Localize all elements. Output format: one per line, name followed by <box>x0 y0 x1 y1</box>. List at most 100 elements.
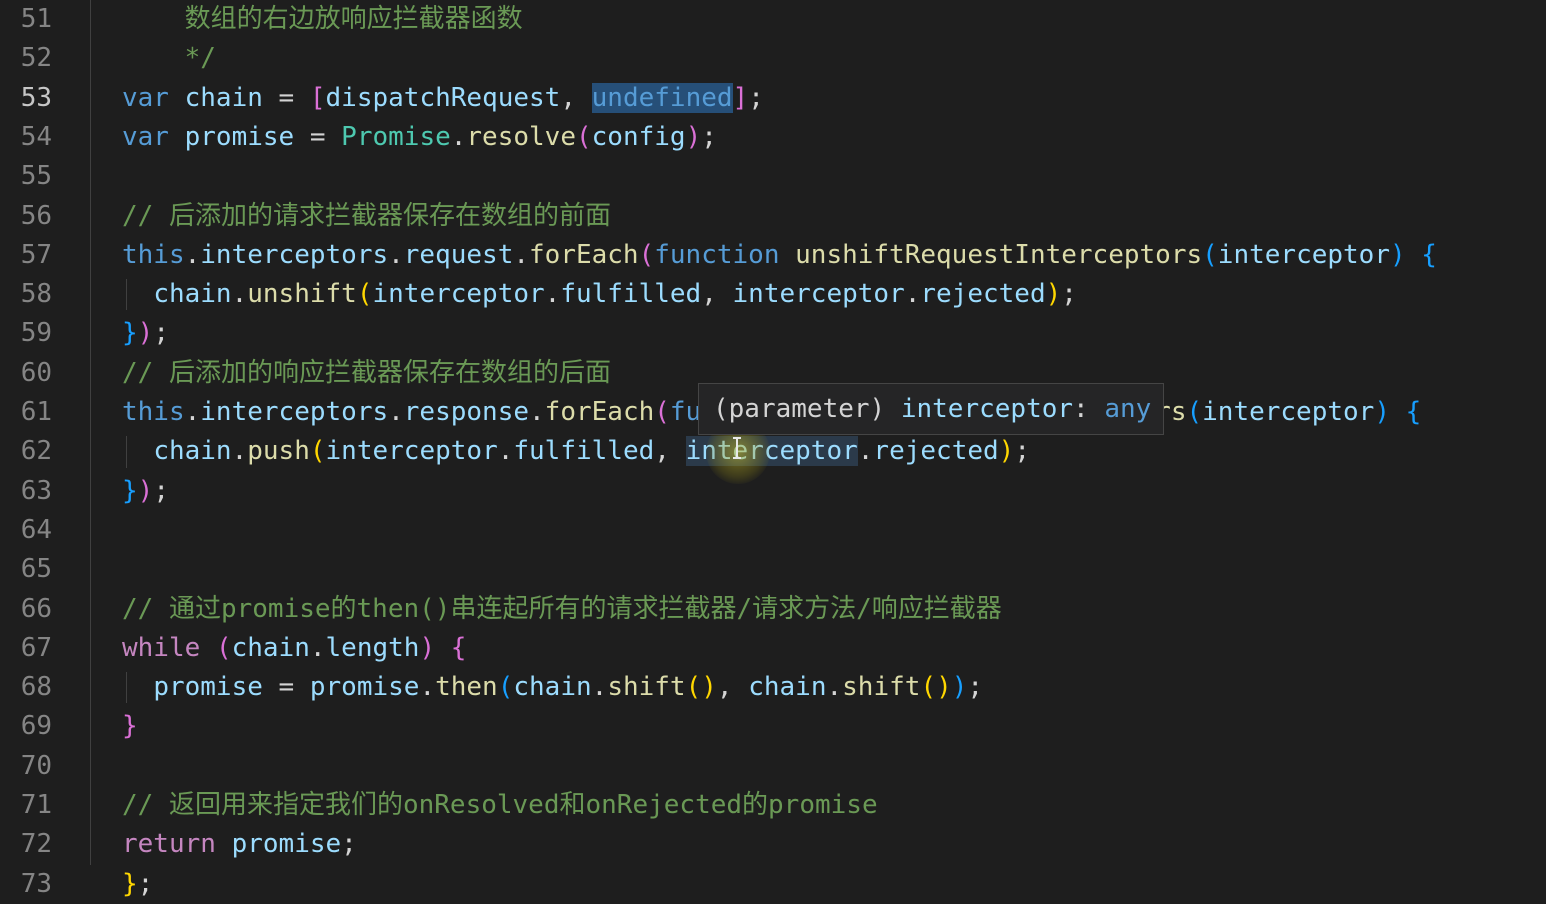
line-number[interactable]: 66 <box>0 590 52 629</box>
code-token: shift <box>842 672 921 703</box>
line-code[interactable]: chain.push(interceptor.fulfilled, interc… <box>122 432 1030 471</box>
code-line[interactable]: 66 // 通过promise的then()串连起所有的请求拦截器/请求方法/响应… <box>0 590 1546 629</box>
code-token: chain <box>748 672 827 703</box>
line-code[interactable]: return promise; <box>122 825 357 864</box>
line-code[interactable]: promise = promise.then(chain.shift(), ch… <box>122 668 983 707</box>
line-code[interactable]: // 返回用来指定我们的onResolved和onRejected的promis… <box>122 786 878 825</box>
code-line[interactable]: 65 <box>0 550 1546 589</box>
hover-tooltip: (parameter) interceptor: any <box>698 383 1165 435</box>
line-number[interactable]: 65 <box>0 550 52 589</box>
line-number[interactable]: 69 <box>0 707 52 746</box>
code-token: request <box>403 239 514 270</box>
code-token: ) <box>419 632 436 663</box>
line-code[interactable]: var promise = Promise.resolve(config); <box>122 118 717 157</box>
code-editor[interactable]: 51 数组的右边放响应拦截器函数 52 */53 var chain = [disp… <box>0 0 1546 900</box>
code-line[interactable]: 67 while (chain.length) { <box>0 629 1546 668</box>
code-token: ) <box>1374 397 1390 427</box>
line-number[interactable]: 62 <box>0 432 52 471</box>
code-token: ; <box>748 82 764 113</box>
code-line[interactable]: 53 var chain = [dispatchRequest, undefine… <box>0 79 1546 118</box>
line-number[interactable]: 63 <box>0 472 52 511</box>
line-number[interactable]: 57 <box>0 236 52 275</box>
code-token: = <box>262 672 310 703</box>
code-token: Promise <box>341 121 451 152</box>
code-line[interactable]: 52 */ <box>0 39 1546 78</box>
line-code[interactable]: // 通过promise的then()串连起所有的请求拦截器/请求方法/响应拦截… <box>122 590 1002 629</box>
line-number[interactable]: 60 <box>0 354 52 393</box>
code-token: interceptors <box>200 239 389 270</box>
line-code[interactable]: // 后添加的请求拦截器保存在数组的前面 <box>122 197 611 236</box>
line-code[interactable]: chain.unshift(interceptor.fulfilled, int… <box>122 275 1077 314</box>
line-number[interactable]: 64 <box>0 511 52 550</box>
code-token: { <box>1421 239 1437 270</box>
line-code[interactable]: }); <box>122 472 169 511</box>
line-number[interactable]: 52 <box>0 39 52 78</box>
line-number[interactable]: 53 <box>0 79 52 118</box>
code-line[interactable]: 51 数组的右边放响应拦截器函数 <box>0 0 1546 39</box>
line-code[interactable]: var chain = [dispatchRequest, undefined]… <box>122 79 764 118</box>
code-line[interactable]: 59}); <box>0 314 1546 353</box>
line-number[interactable]: 58 <box>0 275 52 314</box>
code-line[interactable]: 64 <box>0 511 1546 550</box>
line-number[interactable]: 56 <box>0 197 52 236</box>
code-token: ; <box>137 868 154 899</box>
code-token: , <box>716 672 749 703</box>
code-line[interactable]: 54 var promise = Promise.resolve(config); <box>0 118 1546 157</box>
code-token: promise <box>309 672 420 703</box>
line-number[interactable]: 51 <box>0 0 52 39</box>
code-token: ; <box>341 829 357 860</box>
line-code[interactable]: this.interceptors.request.forEach(functi… <box>122 236 1437 275</box>
line-code[interactable]: while (chain.length) { <box>122 629 466 668</box>
code-line[interactable]: 55 <box>0 157 1546 196</box>
code-line[interactable]: 73}; <box>0 865 1546 904</box>
code-token: { <box>450 632 467 663</box>
line-code[interactable]: // 后添加的响应拦截器保存在数组的后面 <box>122 354 611 393</box>
code-line[interactable]: 70 <box>0 747 1546 786</box>
code-token: */ <box>122 43 216 74</box>
line-number[interactable]: 68 <box>0 668 52 707</box>
code-line[interactable]: 56 // 后添加的请求拦截器保存在数组的前面 <box>0 197 1546 236</box>
code-line[interactable]: 72 return promise; <box>0 825 1546 864</box>
code-token: interceptor <box>1217 239 1390 270</box>
line-number[interactable]: 55 <box>0 157 52 196</box>
line-number[interactable]: 54 <box>0 118 52 157</box>
line-number[interactable]: 71 <box>0 786 52 825</box>
code-line[interactable]: 68 promise = promise.then(chain.shift(),… <box>0 668 1546 707</box>
line-code[interactable]: }; <box>122 865 153 904</box>
code-token: promise <box>231 829 342 860</box>
code-token: unshiftRequestInterceptors <box>795 239 1203 270</box>
indent-guide <box>126 436 127 468</box>
line-code[interactable]: */ <box>122 39 216 78</box>
code-token: ) <box>1389 239 1406 270</box>
line-code[interactable]: 数组的右边放响应拦截器函数 <box>122 0 523 39</box>
code-token: var <box>122 121 169 152</box>
line-number[interactable]: 73 <box>0 865 52 904</box>
code-token: forEach <box>544 397 655 427</box>
indent-guide <box>126 672 127 704</box>
line-code[interactable]: } <box>122 707 138 746</box>
line-number[interactable]: 72 <box>0 825 52 864</box>
line-number[interactable]: 67 <box>0 629 52 668</box>
line-number[interactable]: 70 <box>0 747 52 786</box>
code-token: // 返回用来指定我们的onResolved和onRejected的promis… <box>122 790 878 820</box>
code-token: // 通过promise的then()串连起所有的请求拦截器/请求方法/响应拦截… <box>122 593 1002 624</box>
code-line[interactable]: 58 chain.unshift(interceptor.fulfilled, … <box>0 275 1546 314</box>
code-line[interactable]: 71 // 返回用来指定我们的onResolved和onRejected的prom… <box>0 786 1546 825</box>
code-token: config <box>591 121 686 152</box>
line-number[interactable]: 59 <box>0 314 52 353</box>
code-token: ( <box>215 632 232 663</box>
code-token: promise <box>184 121 295 152</box>
code-token: . <box>184 239 201 270</box>
code-token: 数组的右边放响应拦截器函数 <box>122 4 523 34</box>
code-token: fulfilled <box>560 279 702 310</box>
code-token: push <box>247 436 310 467</box>
code-line[interactable]: 63}); <box>0 472 1546 511</box>
code-token: then <box>435 672 498 703</box>
code-token: ) <box>951 672 968 703</box>
code-line[interactable]: 69} <box>0 707 1546 746</box>
code-line[interactable]: 62 chain.push(interceptor.fulfilled, int… <box>0 432 1546 471</box>
code-line[interactable]: 57 this.interceptors.request.forEach(func… <box>0 236 1546 275</box>
line-code[interactable]: }); <box>122 314 169 353</box>
line-number[interactable]: 61 <box>0 393 52 432</box>
code-token: this <box>122 397 185 427</box>
